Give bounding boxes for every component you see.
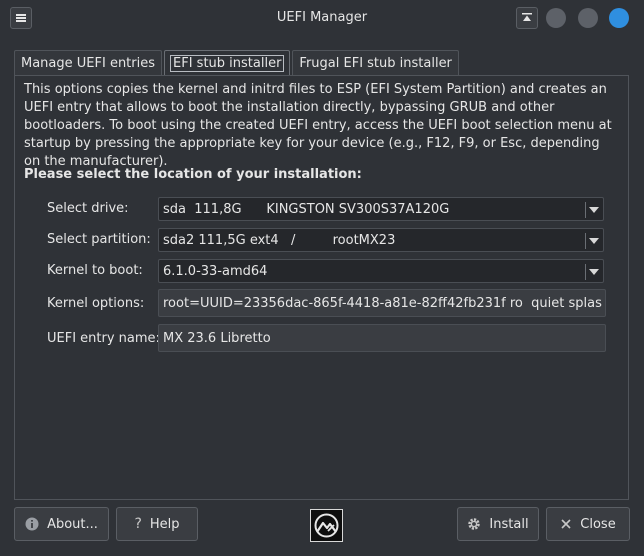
info-icon (25, 517, 39, 531)
kernel-options-label: Kernel options: (47, 296, 145, 311)
tab-manage-uefi-entries[interactable]: Manage UEFI entries (14, 50, 163, 75)
tab-label: Frugal EFI stub installer (299, 55, 452, 71)
location-prompt: Please select the location of your insta… (24, 167, 362, 182)
combo-separator (585, 264, 586, 280)
tab-label: Manage UEFI entries (21, 55, 156, 71)
about-button-label: About... (47, 516, 98, 532)
chevron-down-icon[interactable] (589, 269, 599, 275)
gear-icon (468, 518, 481, 530)
close-button-label: Close (580, 516, 616, 532)
pin-top-icon (522, 13, 532, 21)
tab-frugal-efi-stub-installer[interactable]: Frugal EFI stub installer (292, 50, 459, 75)
combo-separator (585, 233, 586, 249)
drive-select-value: sda 111,8G KINGSTON SV300S37A120G (163, 201, 450, 217)
kernel-options-input[interactable] (158, 289, 606, 317)
partition-select-value: sda2 111,5G ext4 / rootMX23 (163, 232, 396, 248)
title-bar: UEFI Manager (0, 0, 644, 38)
minimize-button[interactable] (546, 8, 566, 28)
uefi-manager-window: UEFI Manager Manage UEFI entries EFI stu… (0, 0, 644, 556)
partition-select[interactable]: sda2 111,5G ext4 / rootMX23 (158, 228, 604, 252)
efi-stub-installer-panel: This options copies the kernel and initr… (14, 75, 629, 500)
kernel-label: Kernel to boot: (47, 263, 143, 278)
drive-label: Select drive: (47, 201, 129, 216)
mx-logo-icon (314, 513, 339, 538)
partition-label: Select partition: (47, 232, 151, 247)
kernel-select[interactable]: 6.1.0-33-amd64 (158, 259, 604, 283)
chevron-down-icon[interactable] (589, 238, 599, 244)
tab-bar: Manage UEFI entries EFI stub installer F… (14, 50, 461, 75)
chevron-down-icon[interactable] (589, 207, 599, 213)
drive-select[interactable]: sda 111,8G KINGSTON SV300S37A120G (158, 197, 604, 221)
mx-linux-logo (310, 509, 343, 542)
about-button[interactable]: About... (14, 507, 109, 541)
maximize-button[interactable] (578, 8, 598, 28)
question-mark-icon: ? (134, 516, 142, 532)
close-button[interactable]: Close (546, 507, 630, 541)
help-button-label: Help (149, 516, 180, 532)
close-window-button[interactable] (609, 8, 629, 28)
kernel-select-value: 6.1.0-33-amd64 (163, 263, 268, 279)
description-text: This options copies the kernel and initr… (24, 82, 612, 169)
install-button[interactable]: Install (457, 507, 539, 541)
tab-efi-stub-installer[interactable]: EFI stub installer (164, 50, 291, 75)
keep-above-button[interactable] (516, 7, 538, 29)
help-button[interactable]: ? Help (116, 507, 198, 541)
tab-label: EFI stub installer (170, 54, 285, 72)
uefi-entry-name-label: UEFI entry name: (47, 331, 160, 346)
close-icon (561, 519, 571, 529)
uefi-entry-name-input[interactable] (158, 324, 606, 352)
install-button-label: Install (489, 516, 529, 532)
combo-separator (585, 202, 586, 218)
